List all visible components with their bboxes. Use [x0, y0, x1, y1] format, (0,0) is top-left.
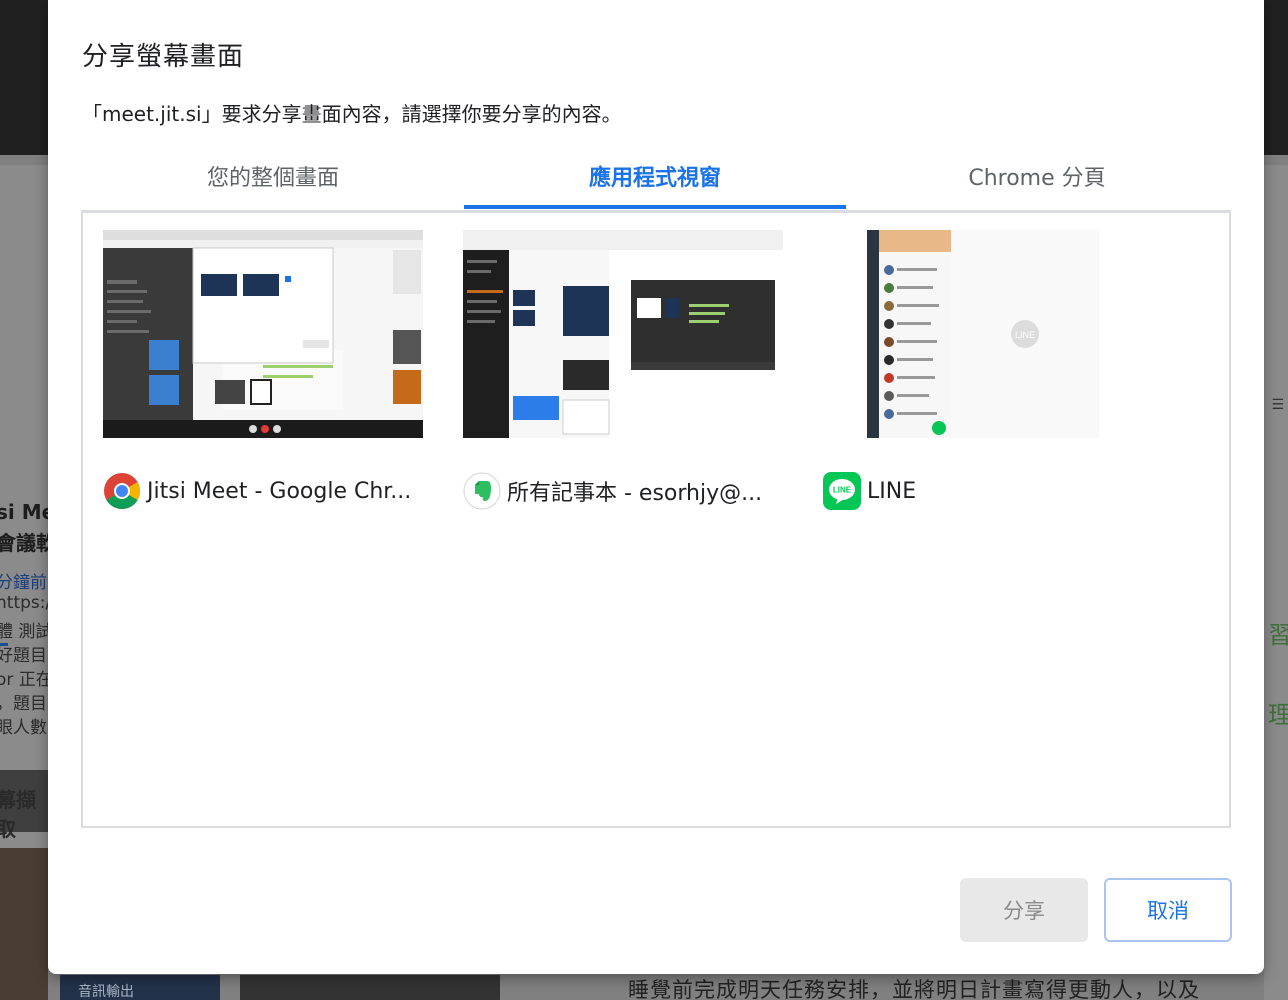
- background-text: 理: [1268, 701, 1288, 729]
- chrome-icon: [103, 472, 141, 510]
- svg-text:LINE: LINE: [1015, 330, 1035, 340]
- source-name: 所有記事本 - esorhjy@...: [507, 481, 763, 506]
- background-text: https:/: [0, 593, 52, 613]
- source-list: Jitsi Meet - Google Chr... 所有記事本 - esorh…: [81, 210, 1231, 828]
- background-text: or 正在: [0, 670, 53, 690]
- cancel-button[interactable]: 取消: [1104, 878, 1232, 942]
- tab-entire-screen[interactable]: 您的整個畫面: [82, 150, 464, 208]
- background-text: 分鐘前: [0, 573, 47, 593]
- svg-text:LINE: LINE: [833, 486, 852, 495]
- source-label: LINE LINE: [823, 472, 916, 510]
- dialog-title: 分享螢幕畫面: [82, 42, 245, 72]
- background-photo: [0, 848, 48, 1000]
- background-text: 好題目: [0, 646, 47, 666]
- dialog-description: 「meet.jit.si」要求分享畫面內容，請選擇你要分享的內容。: [82, 102, 622, 126]
- tab-application-window[interactable]: 應用程式視窗: [464, 150, 846, 208]
- background-text: 睡覺前完成明天任務安排，並將明日計畫寫得更動人，以及: [628, 978, 1200, 1000]
- background-bar: [240, 975, 500, 1000]
- background-text: 眼人數: [0, 718, 47, 738]
- source-tabs: 您的整個畫面 應用程式視窗 Chrome 分頁: [82, 150, 1230, 210]
- window-thumbnail: [463, 230, 783, 438]
- evernote-icon: [463, 472, 501, 510]
- menu-icon: ☰: [1271, 397, 1284, 413]
- source-name: Jitsi Meet - Google Chr...: [147, 478, 412, 504]
- source-label: 所有記事本 - esorhjy@...: [463, 472, 762, 510]
- share-screen-dialog: 分享螢幕畫面 「meet.jit.si」要求分享畫面內容，請選擇你要分享的內容。…: [48, 0, 1264, 974]
- background-text: 習: [1268, 621, 1288, 649]
- window-thumbnail: LINE: [867, 230, 1099, 438]
- background-text: ，題目: [0, 694, 47, 714]
- active-tab-indicator: [464, 205, 846, 209]
- share-button[interactable]: 分享: [960, 878, 1088, 942]
- background-heading: 幕擷取: [0, 788, 36, 841]
- background-text: si Me: [0, 500, 56, 524]
- source-name: LINE: [867, 478, 917, 504]
- background-text: 體 測試: [0, 622, 53, 642]
- background-heading-block: 幕擷取: [0, 770, 48, 841]
- line-icon: LINE: [823, 472, 861, 510]
- source-label: Jitsi Meet - Google Chr...: [103, 472, 411, 510]
- background-right-column: 習 理 ☰: [1264, 165, 1288, 1000]
- background-audio-output-bar: 音訊輸出: [60, 975, 220, 1000]
- window-thumbnail: [103, 230, 423, 438]
- tab-chrome-tab[interactable]: Chrome 分頁: [846, 150, 1228, 208]
